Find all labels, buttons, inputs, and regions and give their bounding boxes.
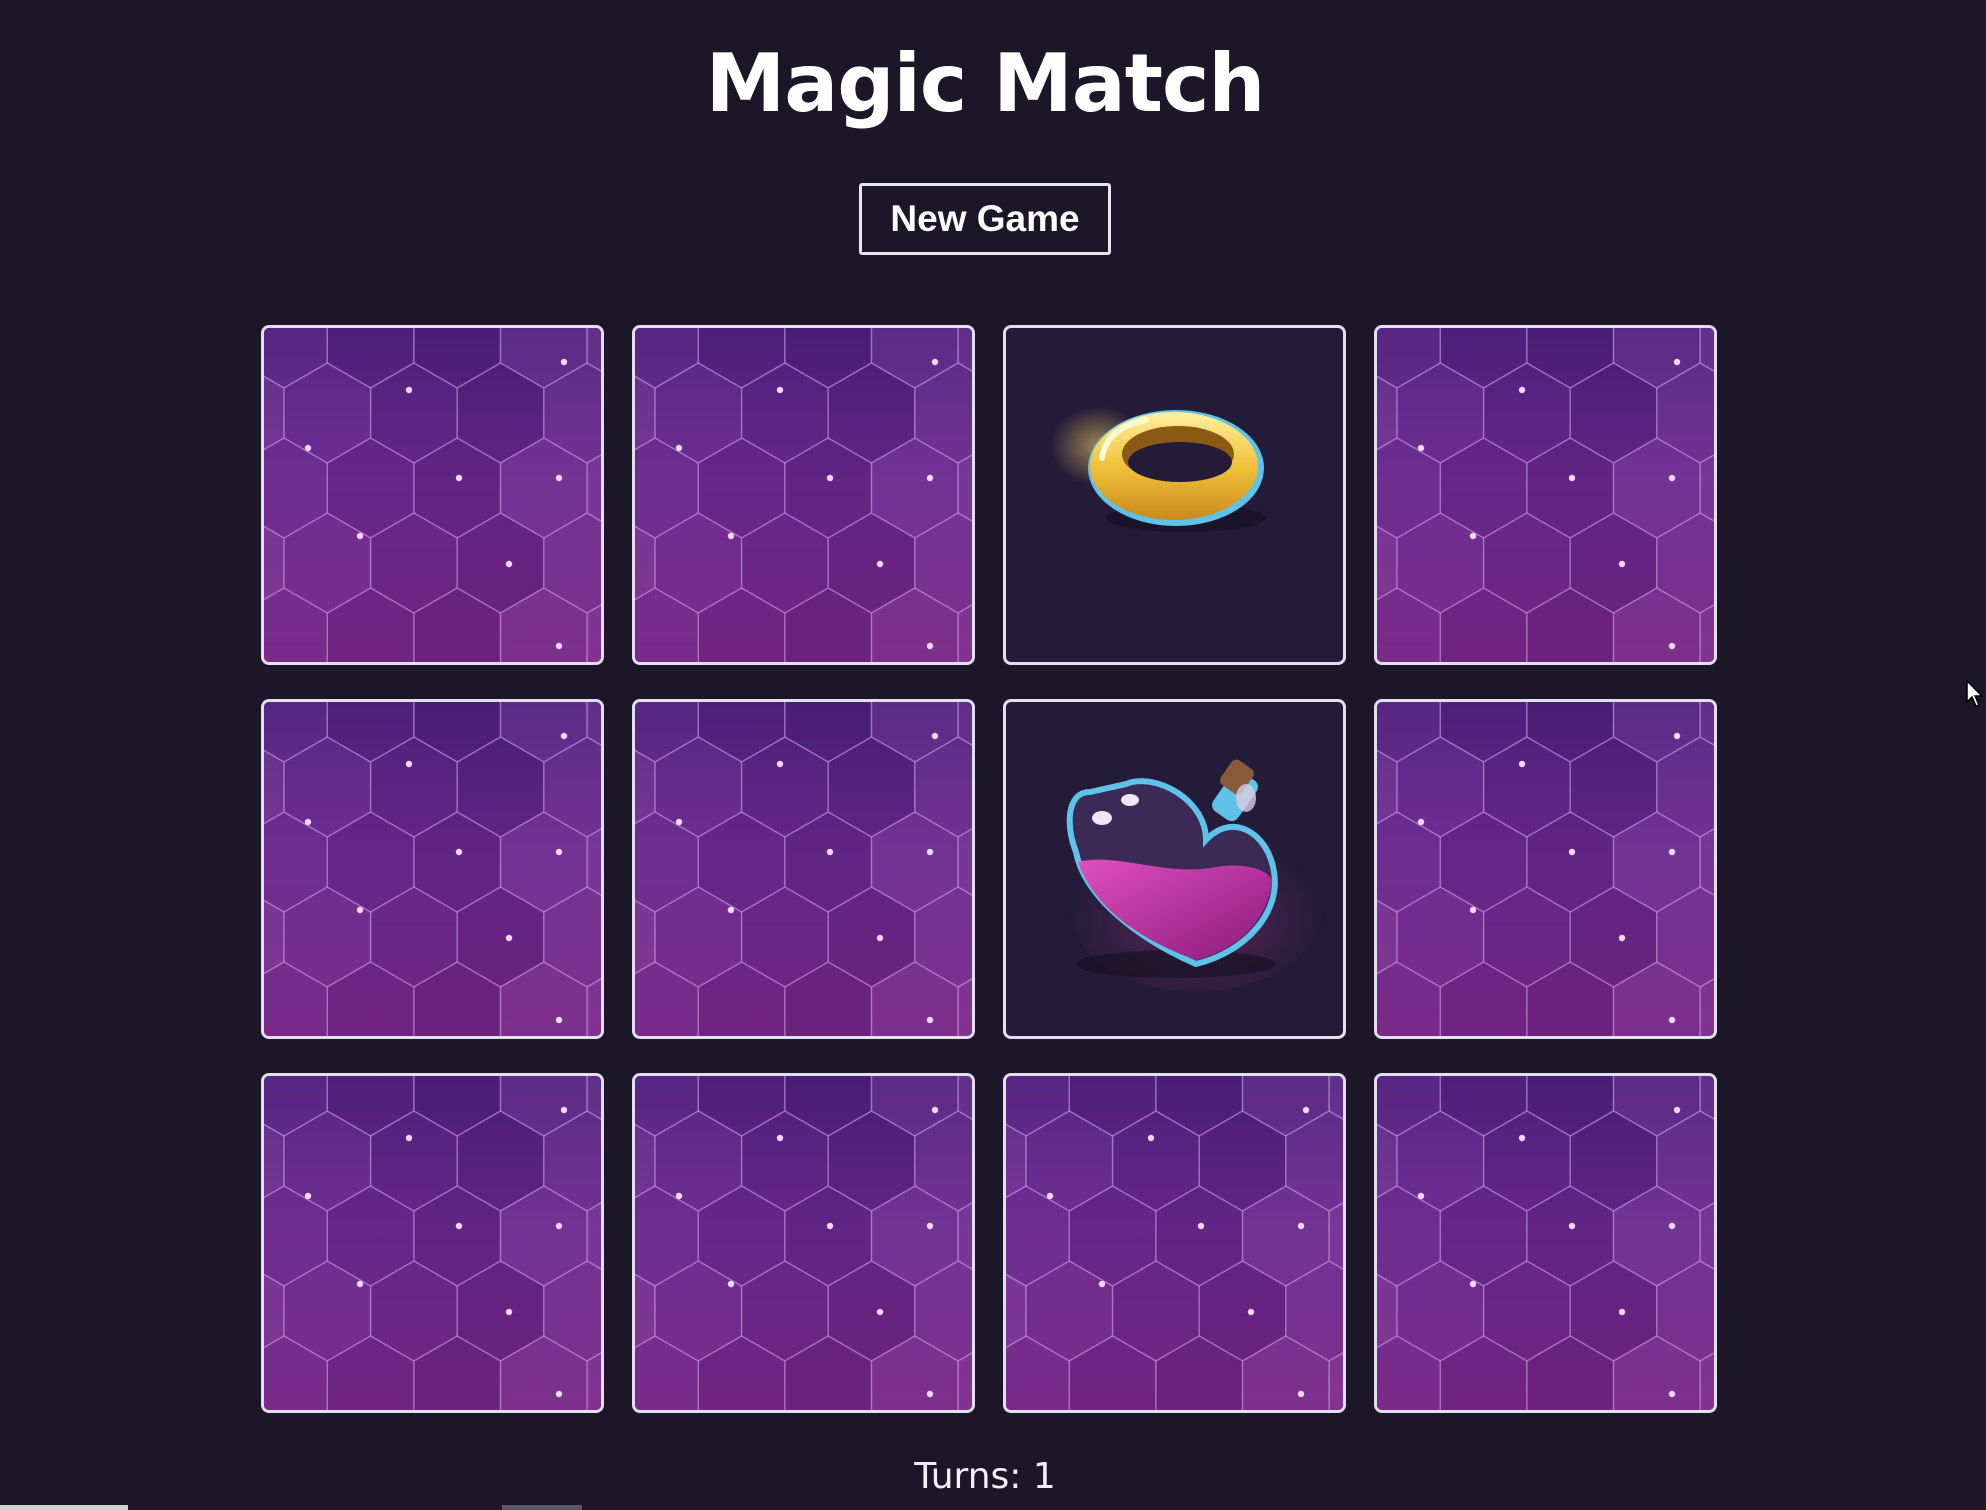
card-7[interactable]	[1003, 699, 1346, 1039]
card-2[interactable]	[632, 325, 975, 665]
card-12[interactable]	[1374, 1073, 1717, 1413]
heart-potion-icon	[1066, 759, 1326, 992]
scroll-indicator	[0, 1505, 128, 1510]
mouse-cursor-icon	[1966, 680, 1984, 707]
turns-label: Turns:	[914, 1456, 1022, 1497]
hex-pattern-card-back	[1377, 1076, 1714, 1410]
hex-pattern-card-back	[264, 702, 601, 1036]
hex-pattern-card-back	[264, 328, 601, 662]
hex-pattern-card-back	[1377, 702, 1714, 1036]
turns-counter: Turns: 1	[0, 1452, 1970, 1502]
card-6[interactable]	[632, 699, 975, 1039]
hex-pattern-card-back	[635, 328, 972, 662]
card-9[interactable]	[261, 1073, 604, 1413]
scroll-indicator-secondary	[502, 1505, 582, 1510]
hex-pattern-card-back	[264, 1076, 601, 1410]
card-8[interactable]	[1374, 699, 1717, 1039]
card-5[interactable]	[261, 699, 604, 1039]
turns-value: 1	[1032, 1456, 1056, 1497]
hex-pattern-card-back	[635, 1076, 972, 1410]
card-4[interactable]	[1374, 325, 1717, 665]
card-3[interactable]	[1003, 325, 1346, 665]
page-title: Magic Match	[705, 37, 1266, 130]
card-11[interactable]	[1003, 1073, 1346, 1413]
card-10[interactable]	[632, 1073, 975, 1413]
game-page: Magic Match New Game Turns: 1	[0, 0, 1986, 1510]
hex-pattern-card-back	[635, 702, 972, 1036]
hex-pattern-card-back	[1377, 328, 1714, 662]
card-grid	[261, 325, 1717, 1413]
hex-pattern-card-back	[1006, 1076, 1343, 1410]
gold-ring-icon	[1050, 406, 1266, 532]
card-1[interactable]	[261, 325, 604, 665]
new-game-button[interactable]: New Game	[859, 183, 1111, 255]
